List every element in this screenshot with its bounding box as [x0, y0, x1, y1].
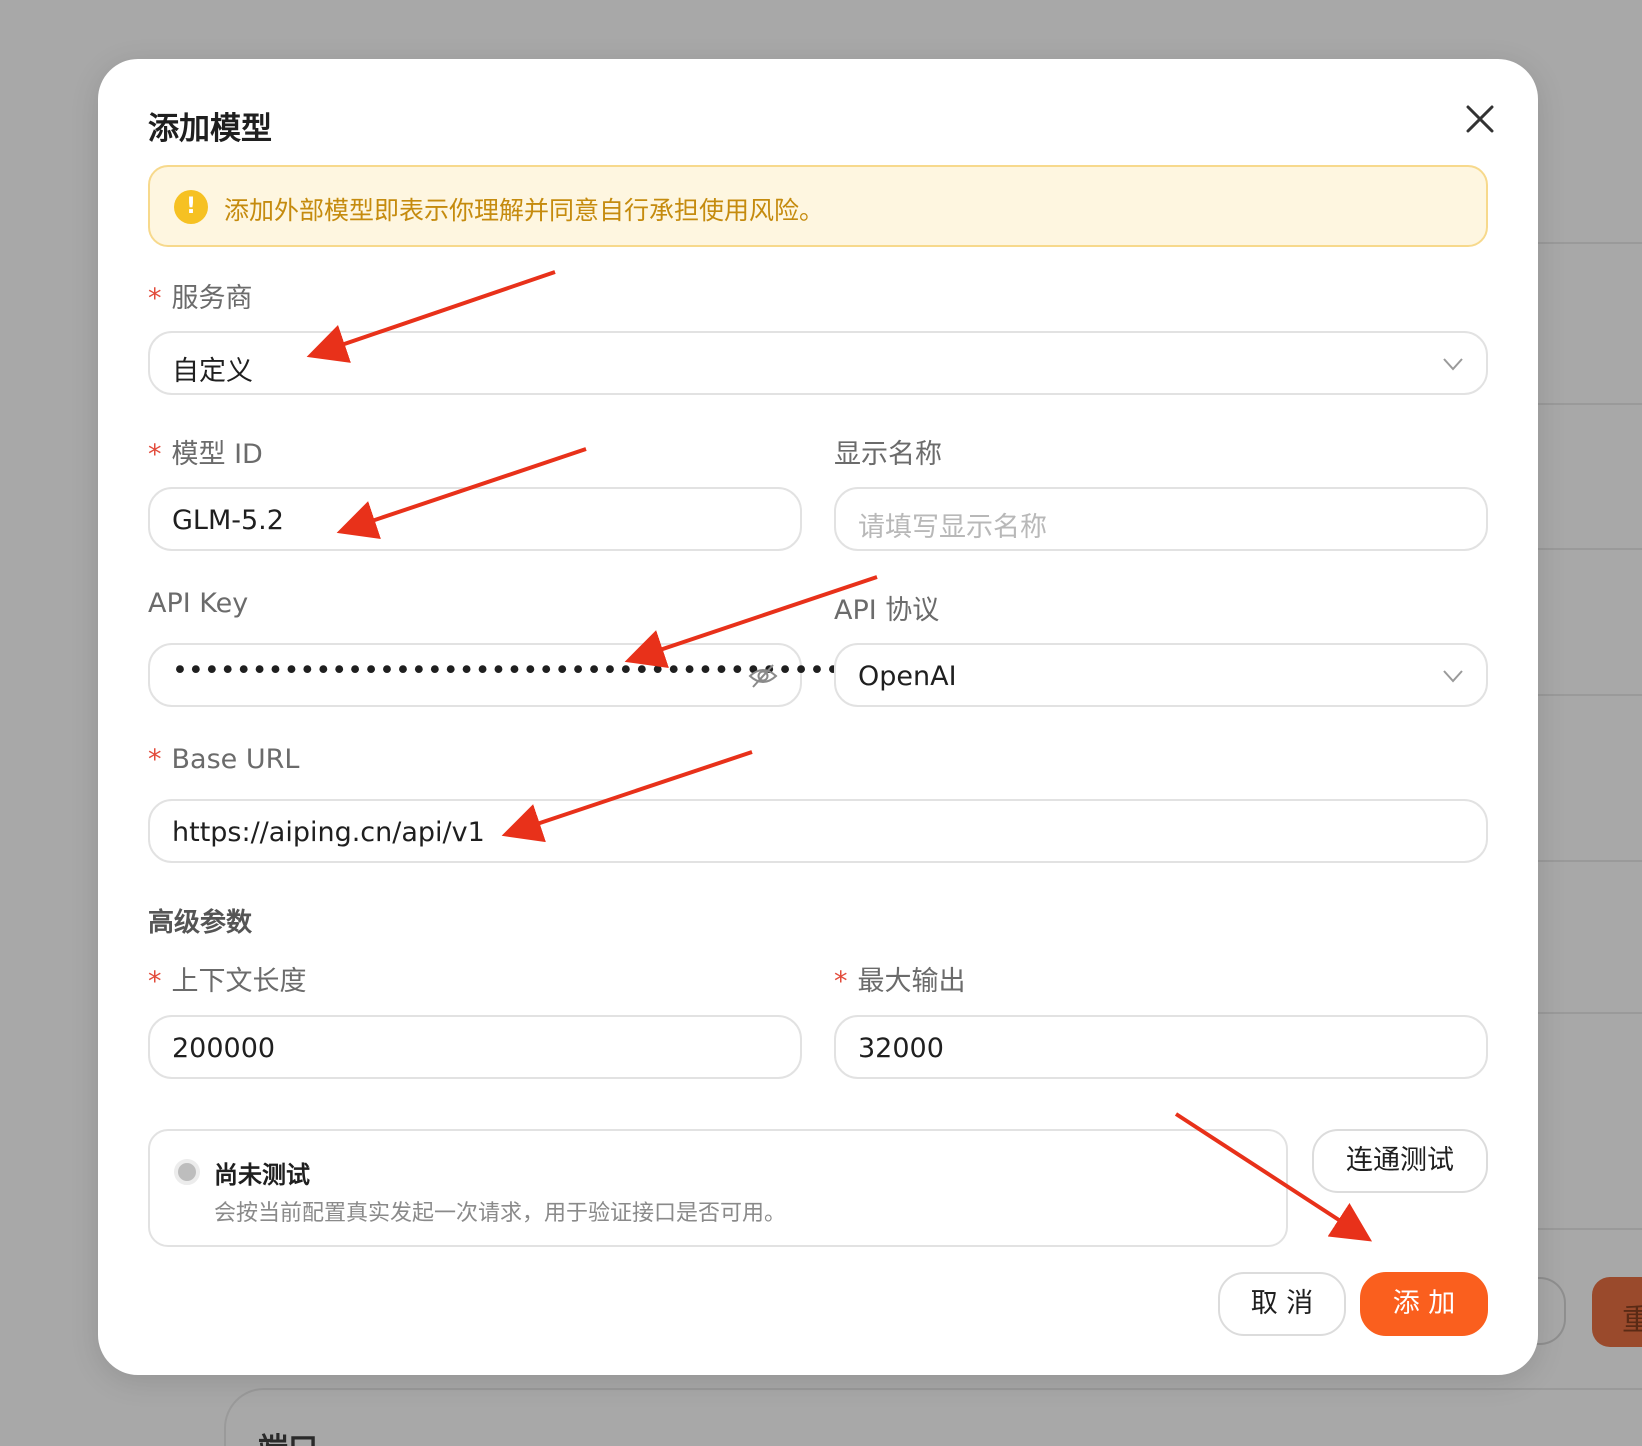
base-url-value: https://aiping.cn/api/v1	[172, 817, 485, 848]
close-button[interactable]	[1462, 101, 1498, 137]
display-name-input[interactable]: 请填写显示名称	[834, 487, 1488, 551]
base-url-input[interactable]: https://aiping.cn/api/v1	[148, 799, 1488, 863]
required-mark: *	[834, 966, 848, 997]
api-key-input[interactable]: ••••••••••••••••••••••••••••••••••••••••…	[148, 643, 873, 707]
max-output-label: * 最大输出	[834, 966, 966, 997]
close-icon	[1466, 105, 1494, 133]
cancel-button[interactable]: 取 消	[1218, 1272, 1346, 1336]
required-mark: *	[148, 283, 162, 314]
background-card	[224, 1388, 1642, 1446]
advanced-params-title: 高级参数	[148, 908, 253, 938]
api-protocol-label: API 协议	[834, 595, 940, 626]
required-mark: *	[148, 439, 162, 470]
chevron-down-icon	[1443, 358, 1463, 371]
model-id-value: GLM-5.2	[172, 505, 284, 536]
model-id-input[interactable]: GLM-5.2	[148, 487, 802, 551]
alert-text: 添加外部模型即表示你理解并同意自行承担使用风险。	[224, 196, 825, 225]
background-card-title: 端口	[258, 1424, 318, 1446]
status-title: 尚未测试	[214, 1161, 310, 1189]
add-model-dialog: 添加模型 ! 添加外部模型即表示你理解并同意自行承担使用风险。 * 服务商 自定义…	[98, 59, 1538, 1375]
max-output-value: 32000	[858, 1033, 944, 1064]
provider-label: * 服务商	[148, 283, 253, 314]
background-primary-button: 重	[1592, 1277, 1642, 1347]
provider-select[interactable]: 自定义	[148, 331, 1488, 395]
context-length-value: 200000	[172, 1033, 276, 1064]
warning-icon: !	[174, 190, 208, 224]
dialog-title: 添加模型	[148, 111, 272, 147]
risk-warning-alert: ! 添加外部模型即表示你理解并同意自行承担使用风险。	[148, 165, 1488, 247]
display-name-label: 显示名称	[834, 439, 942, 470]
api-protocol-select[interactable]: OpenAI	[834, 643, 1488, 707]
status-indicator	[174, 1159, 200, 1185]
connection-test-button[interactable]: 连通测试	[1312, 1129, 1488, 1193]
required-mark: *	[148, 966, 162, 997]
context-length-label: * 上下文长度	[148, 966, 307, 997]
status-description: 会按当前配置真实发起一次请求，用于验证接口是否可用。	[214, 1201, 787, 1226]
required-mark: *	[148, 744, 162, 775]
eye-off-icon[interactable]	[748, 662, 778, 690]
chevron-down-icon	[1443, 670, 1463, 683]
base-url-label: * Base URL	[148, 744, 300, 775]
background-rows	[1538, 0, 1642, 1446]
model-id-label: * 模型 ID	[148, 439, 263, 470]
api-key-label: API Key	[148, 588, 249, 619]
context-length-input[interactable]: 200000	[148, 1015, 802, 1079]
api-protocol-value: OpenAI	[858, 661, 957, 692]
display-name-placeholder: 请填写显示名称	[858, 512, 1047, 543]
connection-status-panel: 尚未测试 会按当前配置真实发起一次请求，用于验证接口是否可用。	[148, 1129, 1288, 1247]
add-button[interactable]: 添 加	[1360, 1272, 1488, 1336]
provider-value: 自定义	[172, 356, 253, 387]
max-output-input[interactable]: 32000	[834, 1015, 1488, 1079]
